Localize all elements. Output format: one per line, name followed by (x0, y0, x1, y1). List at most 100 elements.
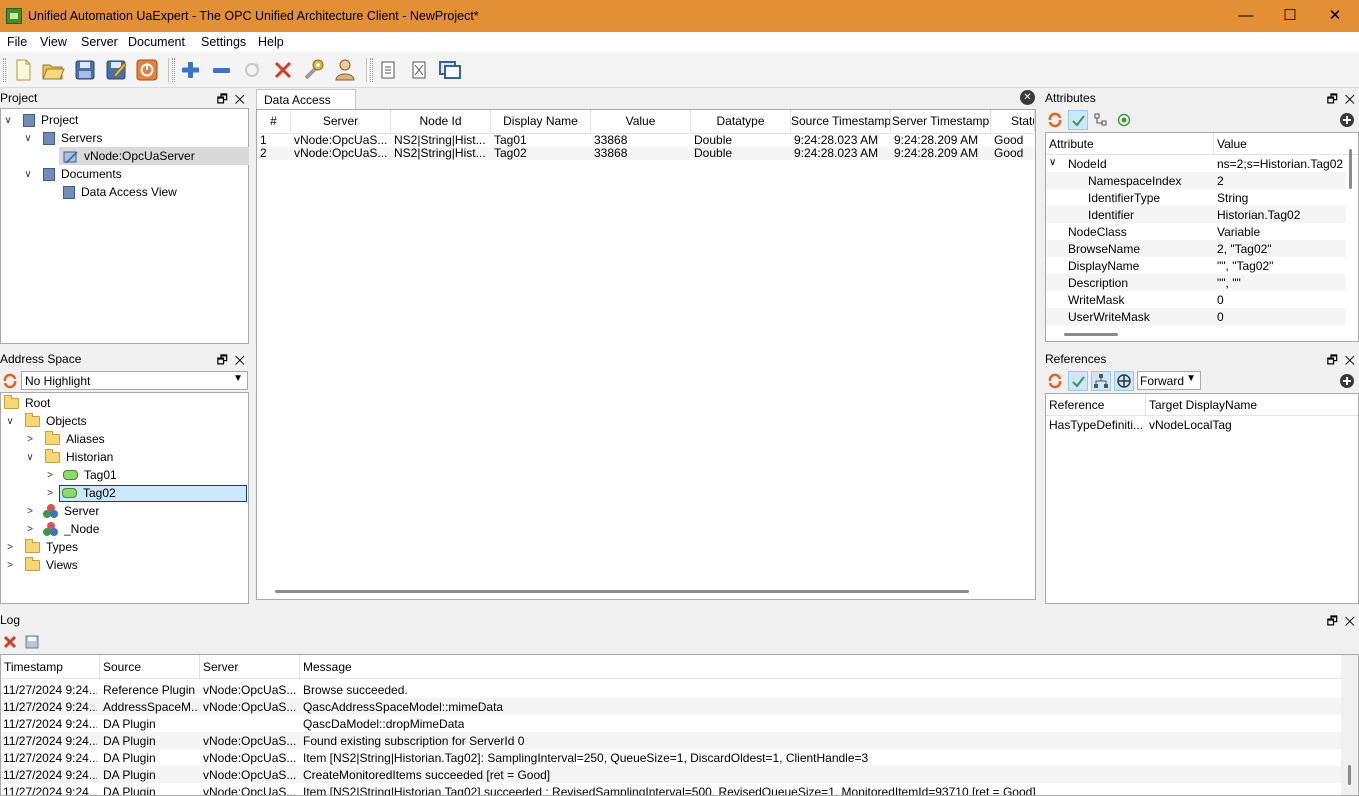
tree-item-node[interactable]: > _Node (23, 520, 99, 538)
chevron-down-icon[interactable]: ∨ (1, 115, 15, 126)
menu-view[interactable]: View (40, 35, 67, 49)
direction-select[interactable]: Forward ▼ (1137, 371, 1201, 390)
tree-item-tag02[interactable]: > Tag02 (43, 484, 249, 502)
add-document-icon[interactable] (375, 57, 401, 83)
column-header-target-display-name[interactable]: Target DisplayName (1149, 398, 1257, 412)
column-header-source[interactable]: Source (103, 660, 141, 674)
save-project-icon[interactable] (72, 57, 98, 83)
log-row[interactable]: 11/27/2024 9:24... DA Plugin QascDaModel::… (1, 715, 1341, 732)
log-row[interactable]: 11/27/2024 9:24... DA Plugin vNode:OpcUaS.… (1, 749, 1341, 766)
highlight-select[interactable]: No Highlight ▼ (21, 371, 248, 390)
log-row[interactable]: 11/27/2024 9:24... DA Plugin vNode:OpcUaS.… (1, 732, 1341, 749)
tree-item-objects[interactable]: ∨ Objects (3, 412, 87, 430)
attribute-row[interactable]: Description "", "" (1046, 274, 1346, 291)
menu-file[interactable]: File (7, 35, 27, 49)
table-row[interactable]: 1 vNode:OpcUaS... NS2|String|Hist... Tag… (257, 134, 1035, 147)
new-project-icon[interactable] (10, 57, 36, 83)
column-header-server[interactable]: Server (203, 660, 238, 674)
move-icon[interactable] (1114, 371, 1134, 391)
float-icon[interactable]: 🗗 (1327, 614, 1338, 628)
column-header-value[interactable]: Value (591, 110, 691, 132)
column-header-value[interactable]: Value (1217, 137, 1247, 151)
chevron-right-icon[interactable]: > (23, 434, 37, 445)
tree-item-tag01[interactable]: > Tag01 (43, 466, 117, 484)
float-icon[interactable]: 🗗 (1327, 353, 1338, 367)
attribute-row[interactable]: IdentifierType String (1046, 189, 1346, 206)
settings-icon[interactable] (301, 57, 327, 83)
menu-help[interactable]: Help (258, 35, 284, 49)
column-header-display-name[interactable]: Display Name (491, 110, 591, 132)
maximize-button[interactable]: ☐ (1268, 4, 1312, 28)
column-header-timestamp[interactable]: Timestamp (4, 660, 63, 674)
chevron-down-icon[interactable]: ∨ (21, 133, 35, 144)
refresh-icon[interactable] (0, 371, 20, 391)
open-project-icon[interactable] (40, 57, 66, 83)
column-header-reference[interactable]: Reference (1049, 398, 1104, 412)
attribute-row[interactable]: NodeClass Variable (1046, 223, 1346, 240)
toolbar-gripper[interactable] (172, 58, 175, 82)
close-panel-icon[interactable]: ✕ (1345, 92, 1355, 106)
tab-data-access-view[interactable]: Data Access View (256, 89, 356, 121)
tree-item-root[interactable]: Root (4, 394, 50, 412)
remove-document-icon[interactable] (406, 57, 432, 83)
windows-icon[interactable] (437, 57, 463, 83)
horizontal-scrollbar[interactable] (1064, 333, 1118, 336)
log-row[interactable]: 11/27/2024 9:24... DA Plugin vNode:OpcUaS.… (1, 783, 1341, 795)
user-icon[interactable] (332, 57, 358, 83)
tree-item-server[interactable]: > Server (23, 502, 99, 520)
add-server-icon[interactable] (177, 57, 203, 83)
remove-server-icon[interactable] (208, 57, 234, 83)
vertical-scrollbar[interactable] (1349, 149, 1352, 189)
log-row[interactable]: 11/27/2024 9:24... AddressSpaceM... vNode:… (1, 698, 1341, 715)
chevron-right-icon[interactable]: > (23, 524, 37, 535)
minimize-button[interactable]: — (1224, 4, 1268, 28)
table-row[interactable]: 2 vNode:OpcUaS... NS2|String|Hist... Tag… (257, 147, 1035, 160)
float-icon[interactable]: 🗗 (217, 92, 228, 106)
chevron-down-icon[interactable]: ∨ (23, 452, 37, 463)
log-row[interactable]: 11/27/2024 9:24... DA Plugin vNode:OpcUaS.… (1, 766, 1341, 783)
hierarchy-icon[interactable] (1091, 110, 1111, 130)
close-panel-icon[interactable]: ✕ (1345, 614, 1355, 628)
tree-item-aliases[interactable]: > Aliases (23, 430, 105, 448)
add-icon[interactable] (1337, 371, 1357, 391)
tree-view-icon[interactable] (1091, 371, 1111, 391)
disconnect-icon[interactable] (270, 57, 296, 83)
attribute-row[interactable]: BrowseName 2, "Tag02" (1046, 240, 1346, 257)
attribute-row[interactable]: Identifier Historian.Tag02 (1046, 206, 1346, 223)
tree-item-views[interactable]: > Views (3, 556, 78, 574)
log-row[interactable]: 11/27/2024 9:24... Reference Plugin vNode:… (1, 681, 1341, 698)
horizontal-scrollbar[interactable] (275, 590, 969, 593)
attribute-row[interactable]: ∨ NodeId ns=2;s=Historian.Tag02 (1046, 155, 1346, 172)
chevron-down-icon[interactable]: ∨ (21, 169, 35, 180)
toolbar-gripper[interactable] (370, 58, 373, 82)
refresh-icon[interactable] (1045, 110, 1065, 130)
chevron-down-icon[interactable]: ∨ (3, 416, 17, 427)
float-icon[interactable]: 🗗 (217, 353, 228, 367)
column-header-source-timestamp[interactable]: Source Timestamp (791, 110, 891, 132)
tree-item-documents[interactable]: ∨ Documents (21, 165, 121, 183)
chevron-right-icon[interactable]: > (23, 506, 37, 517)
column-header-message[interactable]: Message (303, 660, 352, 674)
chevron-right-icon[interactable]: > (43, 470, 57, 481)
tree-item-project[interactable]: ∨ Project (1, 111, 78, 129)
chevron-down-icon[interactable]: ∨ (1049, 157, 1056, 168)
attribute-row[interactable]: UserWriteMask 0 (1046, 308, 1346, 325)
column-header-attribute[interactable]: Attribute (1049, 137, 1094, 151)
column-header-datatype[interactable]: Datatype (691, 110, 791, 132)
chevron-right-icon[interactable]: > (3, 560, 17, 571)
close-panel-icon[interactable]: ✕ (235, 353, 245, 367)
scrollbar-thumb[interactable] (1348, 765, 1351, 785)
toolbar-gripper[interactable] (3, 58, 6, 82)
tree-item-server-connection[interactable]: vNode:OpcUaServer (59, 147, 249, 165)
monitor-icon[interactable] (1114, 110, 1134, 130)
check-icon[interactable] (1068, 371, 1088, 391)
clear-log-icon[interactable] (0, 632, 20, 652)
save-as-icon[interactable] (103, 57, 129, 83)
tree-item-servers[interactable]: ∨ Servers (21, 129, 102, 147)
reference-row[interactable]: HasTypeDefiniti... vNodeLocalTag (1046, 416, 1346, 433)
float-icon[interactable]: 🗗 (1327, 92, 1338, 106)
reconnect-icon[interactable] (239, 57, 265, 83)
column-header-index[interactable]: # (257, 110, 291, 132)
menu-server[interactable]: Server (81, 35, 118, 49)
menu-settings[interactable]: Settings (201, 35, 246, 49)
